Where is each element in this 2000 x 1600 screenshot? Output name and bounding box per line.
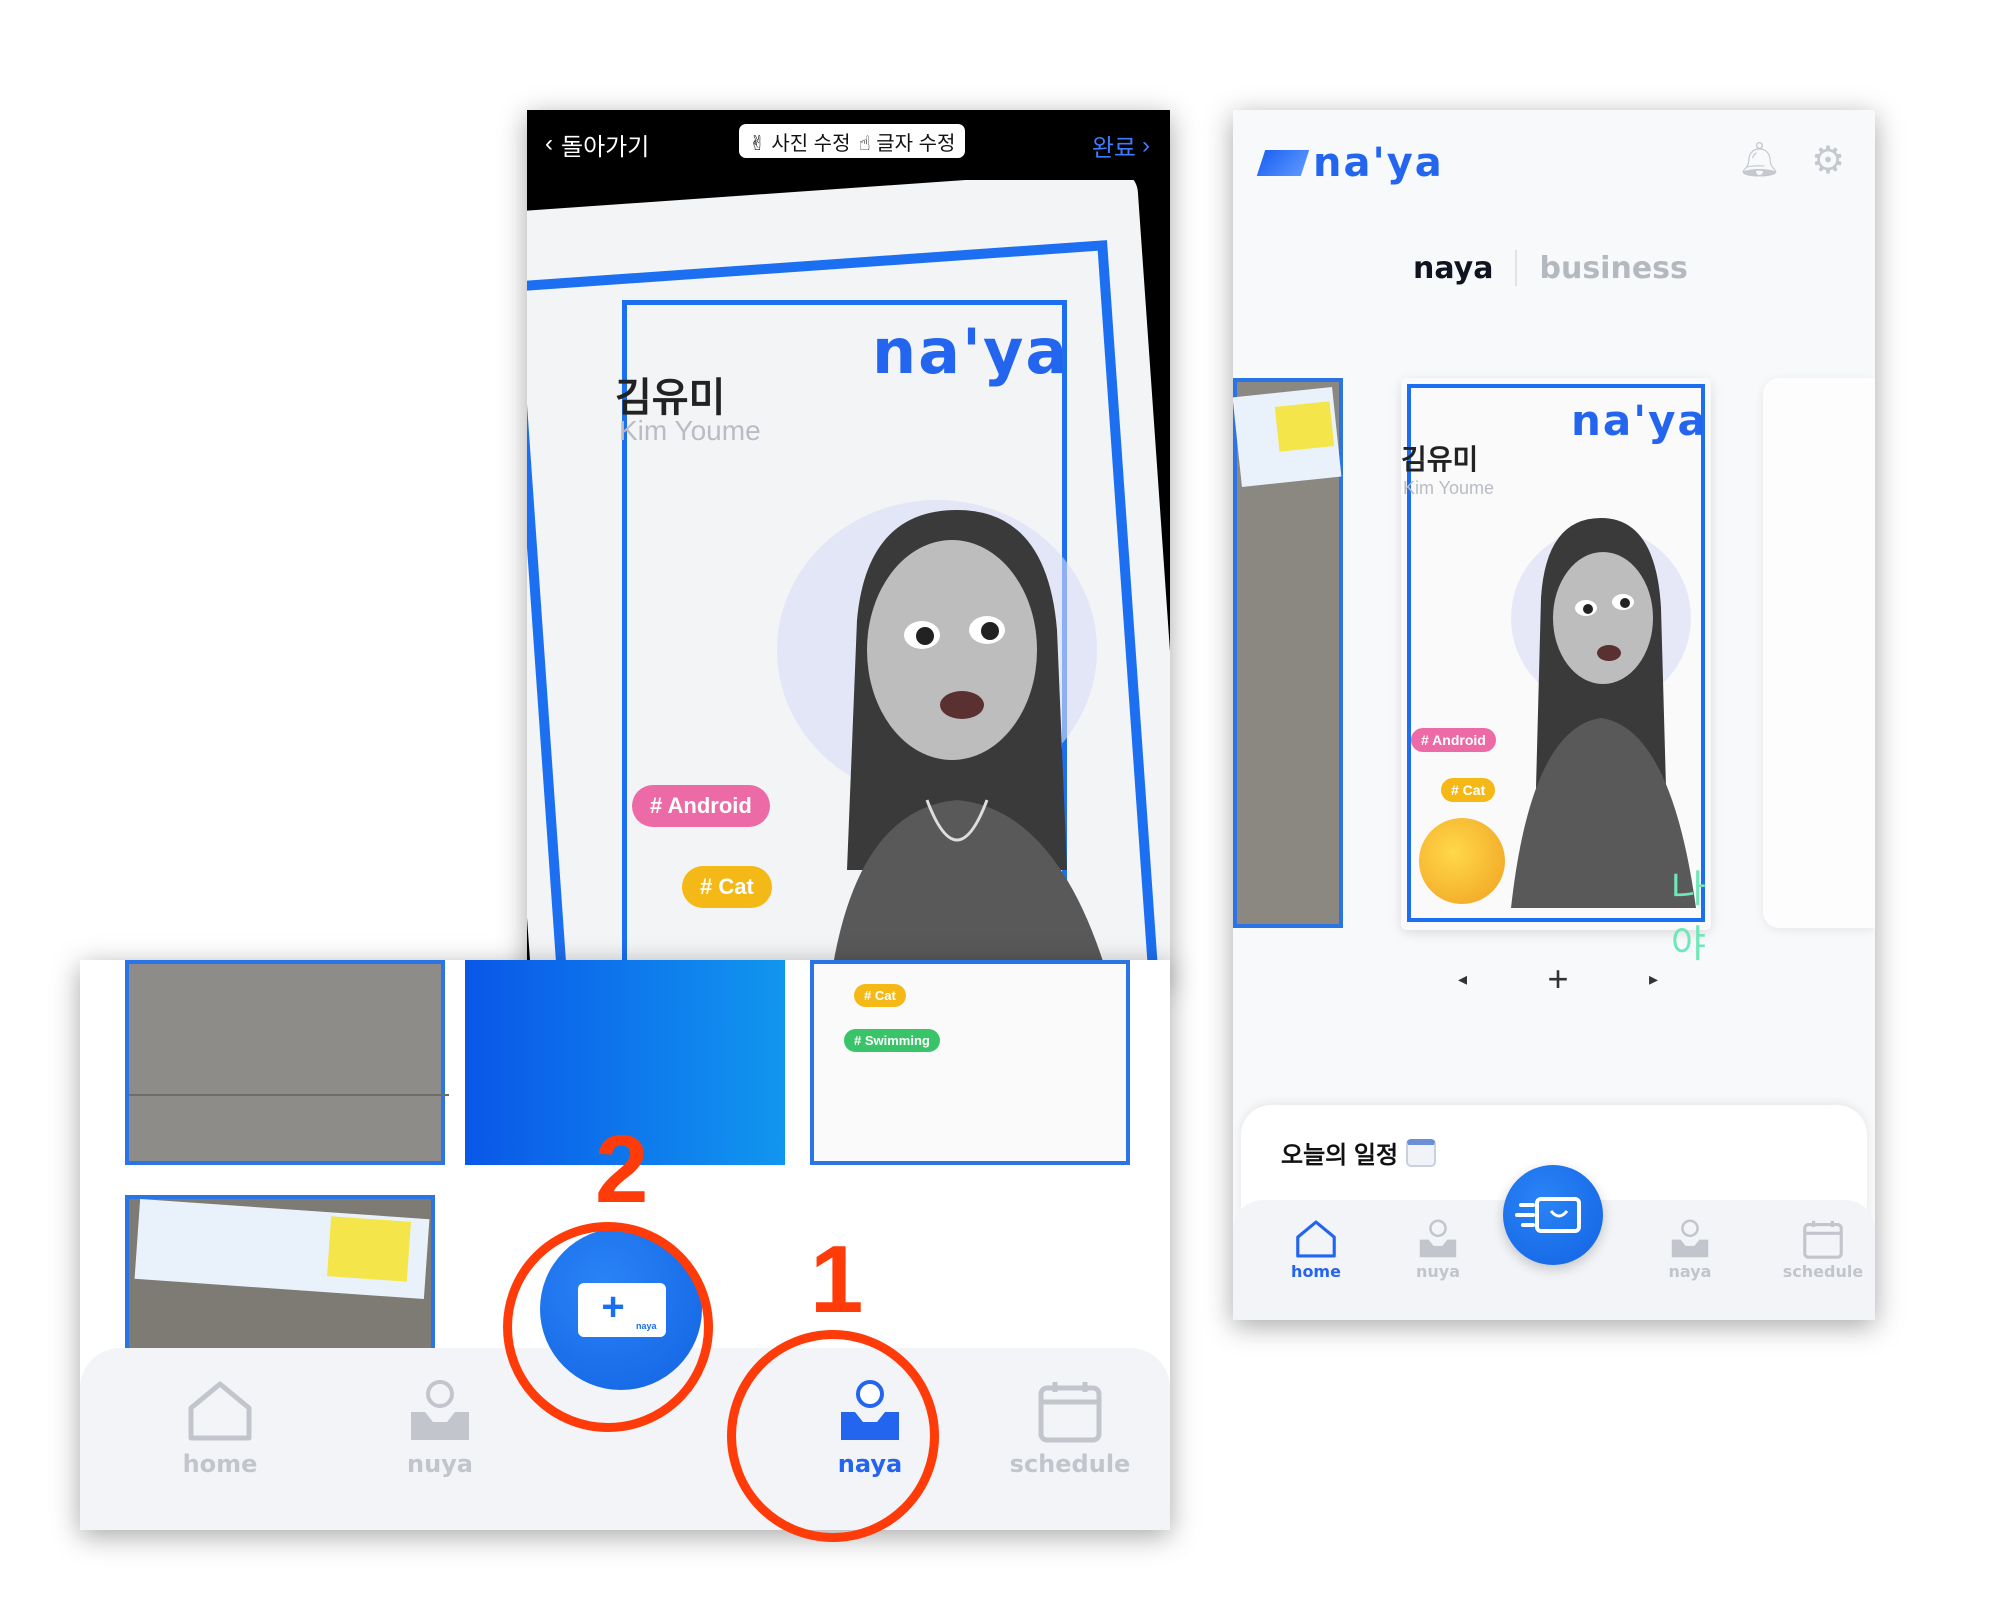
card-thumbnail[interactable] bbox=[125, 960, 449, 1165]
card-logo: na'ya bbox=[1571, 396, 1708, 445]
nav-schedule-label: schedule bbox=[1009, 1450, 1131, 1478]
home-icon bbox=[188, 1381, 252, 1441]
edit-text-button[interactable]: ☝ 글자 수정 bbox=[858, 127, 955, 156]
profile-tabs: naya business bbox=[1413, 250, 1703, 286]
card-logo: na'ya bbox=[872, 315, 1070, 388]
nav-naya-label: naya bbox=[1668, 1262, 1712, 1281]
send-card-button[interactable] bbox=[1503, 1165, 1603, 1265]
card-pager: ◂ + ▸ bbox=[1458, 958, 1658, 1000]
nav-nuya-label: nuya bbox=[406, 1450, 473, 1478]
schedule-title-text: 오늘의 일정 bbox=[1281, 1142, 1399, 1169]
calendar-icon bbox=[1803, 1220, 1843, 1259]
nav-schedule[interactable]: schedule bbox=[985, 1378, 1155, 1478]
card-english-name: Kim Youme bbox=[1403, 478, 1495, 498]
tag-cat: # Cat bbox=[854, 984, 906, 1007]
logo-text: na'ya bbox=[1313, 140, 1444, 186]
highlight-circle-step-1 bbox=[727, 1330, 939, 1542]
naya-text-sticker: 나야 bbox=[1671, 869, 1706, 966]
editor-top-bar: ‹ 돌아가기 ✌ 사진 수정 ☝ 글자 수정 완료 › bbox=[527, 110, 1170, 180]
nav-naya[interactable]: naya bbox=[1645, 1218, 1735, 1281]
previous-card-button[interactable]: ◂ bbox=[1458, 969, 1467, 990]
tag-swimming: # Swimming bbox=[844, 1029, 940, 1052]
app-logo: na'ya bbox=[1256, 140, 1444, 186]
card-english-name: Kim Youme bbox=[619, 415, 761, 446]
schedule-title: 오늘의 일정 bbox=[1281, 1135, 1437, 1170]
nav-home-label: home bbox=[1291, 1262, 1341, 1281]
tag-android: # Android bbox=[632, 785, 770, 827]
nav-home[interactable]: home bbox=[155, 1378, 285, 1478]
chevron-left-icon: ‹ bbox=[545, 130, 553, 157]
back-label: 돌아가기 bbox=[561, 133, 650, 161]
chevron-right-icon: › bbox=[1142, 131, 1150, 159]
send-card-icon bbox=[1515, 1197, 1581, 1233]
add-card-plus-button[interactable]: + bbox=[1547, 958, 1568, 1000]
next-card-button[interactable]: ▸ bbox=[1649, 969, 1658, 990]
nav-nuya[interactable]: nuya bbox=[375, 1378, 505, 1478]
nav-schedule-label: schedule bbox=[1782, 1262, 1864, 1281]
thumbnail-sticky-note bbox=[1274, 401, 1335, 452]
logo-mark bbox=[1256, 150, 1310, 176]
nav-home[interactable]: home bbox=[1271, 1218, 1361, 1281]
tab-divider bbox=[1515, 250, 1518, 286]
bell-icon[interactable]: 🔔︎ bbox=[1738, 140, 1781, 180]
tag-android: # Android bbox=[1411, 728, 1496, 752]
step-number-2: 2 bbox=[595, 1116, 649, 1223]
thumbnail-sticky-note bbox=[327, 1216, 411, 1282]
nav-nuya[interactable]: nuya bbox=[1393, 1218, 1483, 1281]
nav-nuya-label: nuya bbox=[1415, 1262, 1460, 1281]
nav-home-label: home bbox=[182, 1450, 258, 1478]
home-screen: na'ya 🔔︎ ⚙ naya business na'ya 김유미 Kim Y… bbox=[1233, 110, 1875, 1320]
calendar-emoji-icon bbox=[1406, 1138, 1437, 1167]
nav-schedule[interactable]: schedule bbox=[1773, 1218, 1873, 1281]
card-carousel-prev-card[interactable] bbox=[1233, 378, 1343, 928]
naya-inbox-icon bbox=[1671, 1219, 1709, 1258]
card-carousel-next-card[interactable] bbox=[1763, 378, 1875, 928]
done-label: 완료 bbox=[1091, 135, 1136, 162]
calendar-icon bbox=[1038, 1382, 1102, 1443]
home-icon bbox=[1296, 1220, 1336, 1258]
back-button[interactable]: ‹ 돌아가기 bbox=[545, 128, 650, 161]
card-name: 김유미 bbox=[1401, 444, 1479, 475]
tag-cat: # Cat bbox=[1441, 778, 1496, 802]
nuya-inbox-icon bbox=[1419, 1219, 1457, 1258]
highlight-circle-step-2 bbox=[503, 1222, 713, 1432]
tag-cat: # Cat bbox=[682, 866, 772, 908]
tab-naya[interactable]: naya bbox=[1413, 251, 1493, 286]
thumbnail-texture bbox=[129, 1094, 449, 1096]
card-thumbnail[interactable]: # Cat # Swimming bbox=[810, 960, 1130, 1165]
gear-icon[interactable]: ⚙ bbox=[1811, 138, 1845, 183]
edit-mode-chips: ✌ 사진 수정 ☝ 글자 수정 bbox=[739, 124, 966, 158]
done-button[interactable]: 완료 › bbox=[1092, 128, 1150, 163]
card-editor-screen: na'ya 김유미 Kim Youme # Android # Cat ‹ 돌아… bbox=[527, 110, 1170, 980]
step-number-1: 1 bbox=[810, 1226, 864, 1333]
edit-photo-button[interactable]: ✌ 사진 수정 bbox=[749, 127, 850, 156]
nuya-inbox-icon bbox=[411, 1380, 469, 1440]
party-face-sticker-icon bbox=[1419, 818, 1505, 904]
tab-business[interactable]: business bbox=[1539, 251, 1687, 286]
card-carousel-current-card[interactable]: na'ya 김유미 Kim Youme # Android # Cat 나야 bbox=[1401, 378, 1711, 966]
avatar-figure bbox=[777, 500, 1109, 980]
